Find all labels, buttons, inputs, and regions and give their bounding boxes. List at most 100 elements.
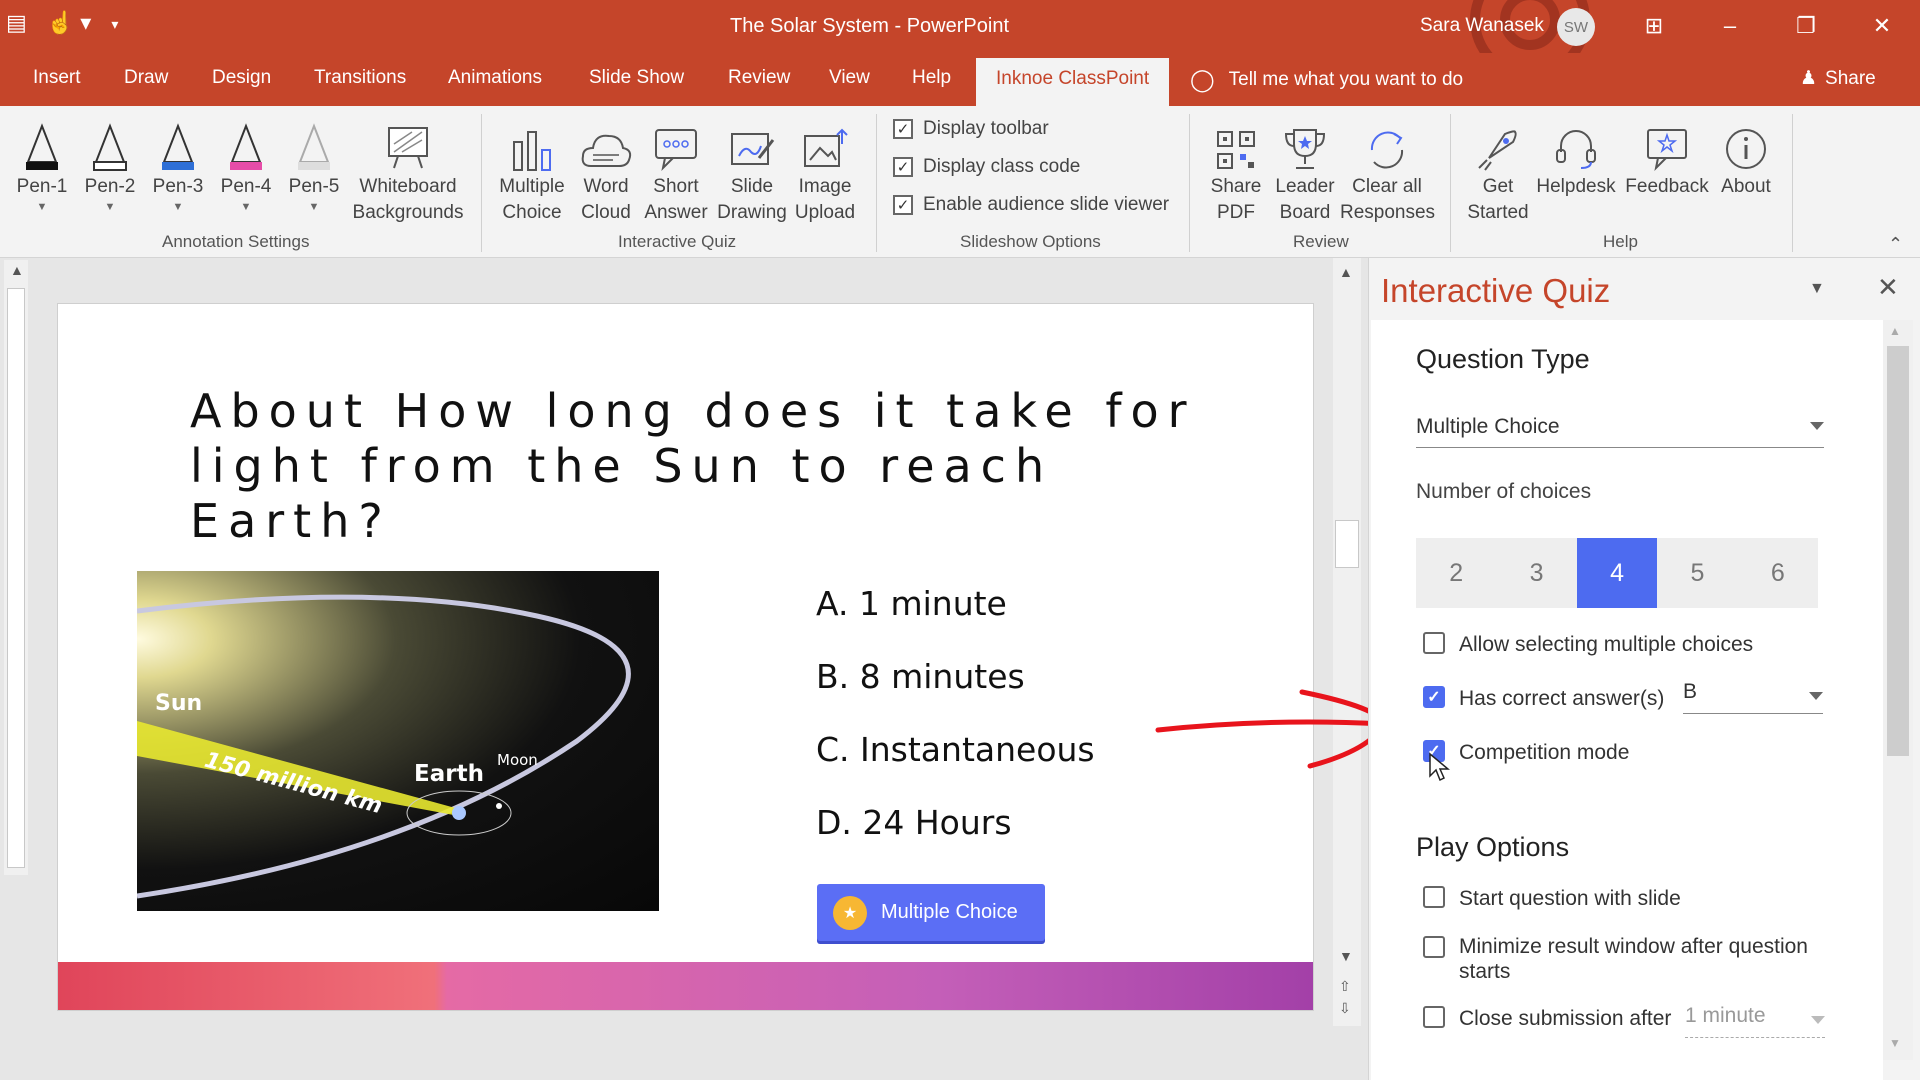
option-has-correct-answer[interactable]: ✓ Has correct answer(s) [1423,686,1683,711]
label-line2: Cloud [581,202,631,223]
customize-qat-icon[interactable]: ▾ [111,16,118,36]
choice-count-6[interactable]: 6 [1738,538,1818,608]
option-display-class-code[interactable]: ✓ Display class code [893,156,1080,178]
close-icon[interactable]: ✕ [1877,272,1899,303]
tell-me-box[interactable]: ◯ Tell me what you want to do [1190,67,1463,93]
group-separator [1792,114,1793,252]
checkbox-checked-icon[interactable]: ✓ [893,157,913,177]
option-competition-mode[interactable]: ✓ Competition mode [1423,740,1843,765]
present-icon[interactable]: ▤ [6,10,27,36]
scroll-thumb[interactable] [1335,520,1359,568]
question-text[interactable]: About How long does it take for light fr… [190,384,1270,549]
quiz-image-upload-button[interactable]: Image Upload [792,116,858,226]
pen-3-button[interactable]: Pen-3 ▼ [150,116,206,214]
quiz-slide-drawing-button[interactable]: Slide Drawing [716,116,788,226]
choice-count-5[interactable]: 5 [1657,538,1737,608]
tab-help[interactable]: Help [912,67,951,89]
scroll-up-icon[interactable]: ▲ [10,262,24,278]
option-enable-audience-viewer[interactable]: ✓ Enable audience slide viewer [893,194,1169,216]
quiz-word-cloud-button[interactable]: Word Cloud [576,116,636,226]
slide-canvas[interactable]: About How long does it take for light fr… [57,303,1314,1011]
ribbon-display-icon[interactable]: ⊞ [1634,8,1674,44]
feedback-button[interactable]: Feedback [1622,116,1712,200]
quiz-short-answer-button[interactable]: Short Answer [640,116,712,226]
option-start-with-slide[interactable]: Start question with slide [1423,886,1843,911]
whiteboard-label-line1: Whiteboard [359,176,457,197]
correct-answer-value: B [1683,680,1698,703]
helpdesk-button[interactable]: Helpdesk [1534,116,1618,200]
choice-count-3[interactable]: 3 [1496,538,1576,608]
scroll-down-icon[interactable]: ▼ [1889,1036,1901,1050]
pen-4-button[interactable]: Pen-4 ▼ [218,116,274,214]
chevron-down-icon: ▼ [104,201,116,213]
choice-count-2[interactable]: 2 [1416,538,1496,608]
tab-insert[interactable]: Insert [33,67,81,89]
whiteboard-backgrounds-button[interactable]: Whiteboard Backgrounds [350,116,466,226]
next-slide-icon[interactable]: ⇩ [1339,1000,1351,1017]
get-started-button[interactable]: Get Started [1464,116,1532,226]
pen-4-label: Pen-4 [220,176,272,197]
touch-mode-icon[interactable]: ☝ ▾ [47,10,92,36]
question-type-select[interactable]: Multiple Choice [1416,410,1824,448]
clear-all-responses-button[interactable]: Clear all Responses [1340,116,1435,226]
tab-design[interactable]: Design [212,67,271,89]
tab-animations[interactable]: Animations [448,67,542,89]
avatar[interactable]: SW [1557,8,1595,46]
collapse-ribbon-icon[interactable]: ⌃ [1888,234,1903,255]
thumbnail-scrollbar[interactable]: ▲ [4,260,28,875]
pane-scrollbar[interactable]: ▲ ▼ [1883,320,1913,1060]
checkbox[interactable] [1423,632,1445,654]
option-display-toolbar[interactable]: ✓ Display toolbar [893,118,1049,140]
pane-options-icon[interactable]: ▼ [1809,280,1825,298]
option-close-submission[interactable]: Close submission after [1423,1006,1673,1031]
tab-review[interactable]: Review [728,67,790,89]
choice-a[interactable]: A. 1 minute [816,584,1007,623]
pen-2-button[interactable]: Pen-2 ▼ [82,116,138,214]
close-icon[interactable]: ✕ [1862,8,1902,44]
checkbox[interactable] [1423,1006,1445,1028]
tab-inknoe-classpoint[interactable]: Inknoe ClassPoint [976,58,1170,106]
correct-answer-select[interactable]: B [1683,680,1823,714]
scroll-down-icon[interactable]: ▼ [1339,948,1353,964]
minimize-icon[interactable]: – [1710,8,1750,44]
choice-c[interactable]: C. Instantaneous [816,730,1095,769]
scroll-thumb[interactable] [7,288,25,868]
checkbox[interactable] [1423,886,1445,908]
scroll-up-icon[interactable]: ▲ [1889,324,1901,338]
leader-board-button[interactable]: Leader Board [1272,116,1338,226]
pen-1-button[interactable]: Pen-1 ▼ [14,116,70,214]
tab-view[interactable]: View [829,67,870,89]
quiz-multiple-choice-button[interactable]: Multiple Choice [496,116,568,226]
restore-icon[interactable]: ❐ [1786,8,1826,44]
slide-scrollbar[interactable]: ▲ ▼ ⇧ ⇩ [1333,258,1361,1026]
option-minimize-result-window[interactable]: Minimize result window after question st… [1423,934,1843,984]
checkbox-checked-icon[interactable]: ✓ [893,119,913,139]
tab-transitions[interactable]: Transitions [314,67,406,89]
share-pdf-button[interactable]: Share PDF [1206,116,1266,226]
multiple-choice-badge[interactable]: ★ Multiple Choice [817,884,1045,941]
user-name[interactable]: Sara Wanasek [1420,15,1544,37]
checkbox[interactable] [1423,936,1445,958]
checkbox-checked-icon[interactable]: ✓ [1423,686,1445,708]
about-button[interactable]: About [1716,116,1776,200]
tab-slide-show[interactable]: Slide Show [589,67,684,89]
sun-earth-image[interactable]: Sun 150 million km Earth Moon [137,571,659,911]
share-button[interactable]: ♟ Share [1800,67,1876,90]
previous-slide-icon[interactable]: ⇧ [1339,978,1351,995]
scroll-thumb[interactable] [1887,346,1909,756]
label-line2: PDF [1217,202,1255,223]
option-allow-multiple[interactable]: Allow selecting multiple choices [1423,632,1843,657]
pen-5-button[interactable]: Pen-5 ▼ [286,116,342,214]
slide-footer-band [58,962,1313,1010]
question-type-heading: Question Type [1416,344,1590,374]
choice-count-4[interactable]: 4 [1576,538,1658,608]
choice-b[interactable]: B. 8 minutes [816,657,1025,696]
checkbox-checked-icon[interactable]: ✓ [893,195,913,215]
tab-draw[interactable]: Draw [124,67,168,89]
number-of-choices-selector[interactable]: 2 3 4 5 6 [1416,538,1818,608]
orbit-diagram [137,594,631,899]
scroll-up-icon[interactable]: ▲ [1339,264,1353,280]
label-line2: Board [1279,202,1331,223]
choice-d[interactable]: D. 24 Hours [816,803,1012,842]
close-after-select[interactable]: 1 minute [1685,1004,1825,1038]
